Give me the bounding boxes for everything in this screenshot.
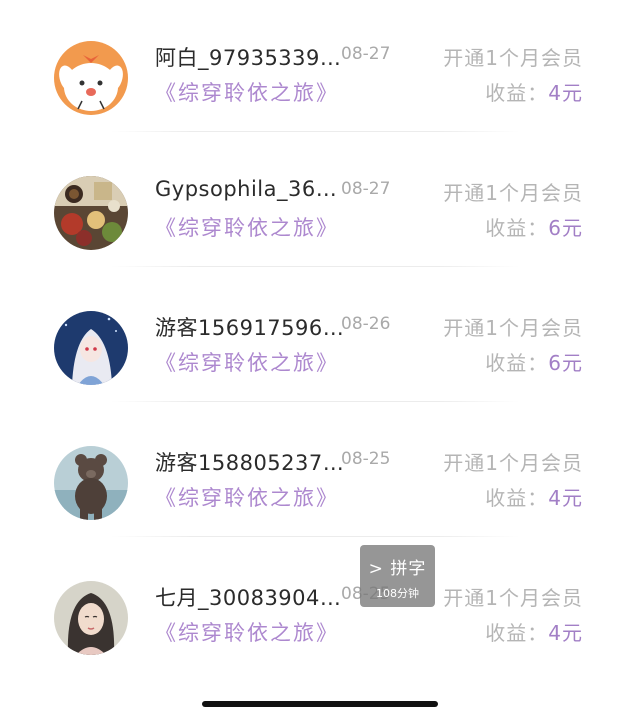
home-indicator[interactable] — [202, 701, 438, 707]
record-date: 08-27 — [341, 179, 391, 199]
earnings-label: 收益： — [485, 486, 549, 510]
list-item[interactable]: 游客156917596… 08-26 开通1个月会员 《综穿聆依之旅》 收益：6… — [0, 305, 640, 440]
membership-plan: 开通1个月会员 — [443, 181, 583, 205]
avatar[interactable] — [54, 446, 128, 520]
toast-title: > 拼字 — [368, 559, 427, 579]
anime-girl-icon — [54, 311, 128, 385]
earnings: 收益：6元 — [485, 347, 583, 376]
list-item[interactable]: Gypsophila_36… 08-27 开通1个月会员 《综穿聆依之旅》 收益… — [0, 170, 640, 305]
list-item[interactable]: 游客158805237… 08-25 开通1个月会员 《综穿聆依之旅》 收益：4… — [0, 440, 640, 575]
list-item[interactable]: 七月_30083904… 08-25 开通1个月会员 《综穿聆依之旅》 收益：4… — [0, 575, 640, 710]
avatar[interactable] — [54, 41, 128, 115]
user-name: 游客156917596… — [155, 316, 345, 340]
earnings: 收益：6元 — [485, 212, 583, 241]
divider — [110, 536, 520, 537]
divider — [110, 401, 520, 402]
membership-plan: 开通1个月会员 — [443, 586, 583, 610]
pinyin-toast[interactable]: > 拼字 108分钟 — [360, 545, 435, 607]
book-title[interactable]: 《综穿聆依之旅》 — [155, 77, 339, 107]
earnings-label: 收益： — [485, 81, 549, 105]
cartoon-dog-icon — [54, 41, 128, 115]
membership-plan: 开通1个月会员 — [443, 316, 583, 340]
toast-subtitle: 108分钟 — [376, 587, 419, 600]
record-date: 08-26 — [341, 314, 391, 334]
earnings-amount: 6元 — [548, 216, 583, 240]
earnings-amount: 4元 — [548, 621, 583, 645]
avatar[interactable] — [54, 176, 128, 250]
record-date: 08-27 — [341, 44, 391, 64]
divider — [110, 266, 520, 267]
earnings-label: 收益： — [485, 216, 549, 240]
membership-plan: 开通1个月会员 — [443, 451, 583, 475]
membership-plan: 开通1个月会员 — [443, 46, 583, 70]
earnings-amount: 4元 — [548, 486, 583, 510]
user-name: Gypsophila_36… — [155, 177, 338, 201]
earnings: 收益：4元 — [485, 77, 583, 106]
avatar[interactable] — [54, 581, 128, 655]
earnings-label: 收益： — [485, 351, 549, 375]
record-date: 08-25 — [341, 449, 391, 469]
illustrated-girl-icon — [54, 581, 128, 655]
book-title[interactable]: 《综穿聆依之旅》 — [155, 482, 339, 512]
teddy-bear-icon — [54, 446, 128, 520]
earnings: 收益：4元 — [485, 617, 583, 646]
user-name: 游客158805237… — [155, 451, 345, 475]
food-photo-icon — [54, 176, 128, 250]
user-name: 七月_30083904… — [155, 586, 342, 610]
book-title[interactable]: 《综穿聆依之旅》 — [155, 212, 339, 242]
book-title[interactable]: 《综穿聆依之旅》 — [155, 347, 339, 377]
earnings: 收益：4元 — [485, 482, 583, 511]
list-item[interactable]: 阿白_97935339… 08-27 开通1个月会员 《综穿聆依之旅》 收益：4… — [0, 35, 640, 170]
book-title[interactable]: 《综穿聆依之旅》 — [155, 617, 339, 647]
earnings-amount: 6元 — [548, 351, 583, 375]
divider — [110, 131, 520, 132]
earnings-amount: 4元 — [548, 81, 583, 105]
avatar[interactable] — [54, 311, 128, 385]
user-name: 阿白_97935339… — [155, 46, 342, 70]
earnings-label: 收益： — [485, 621, 549, 645]
